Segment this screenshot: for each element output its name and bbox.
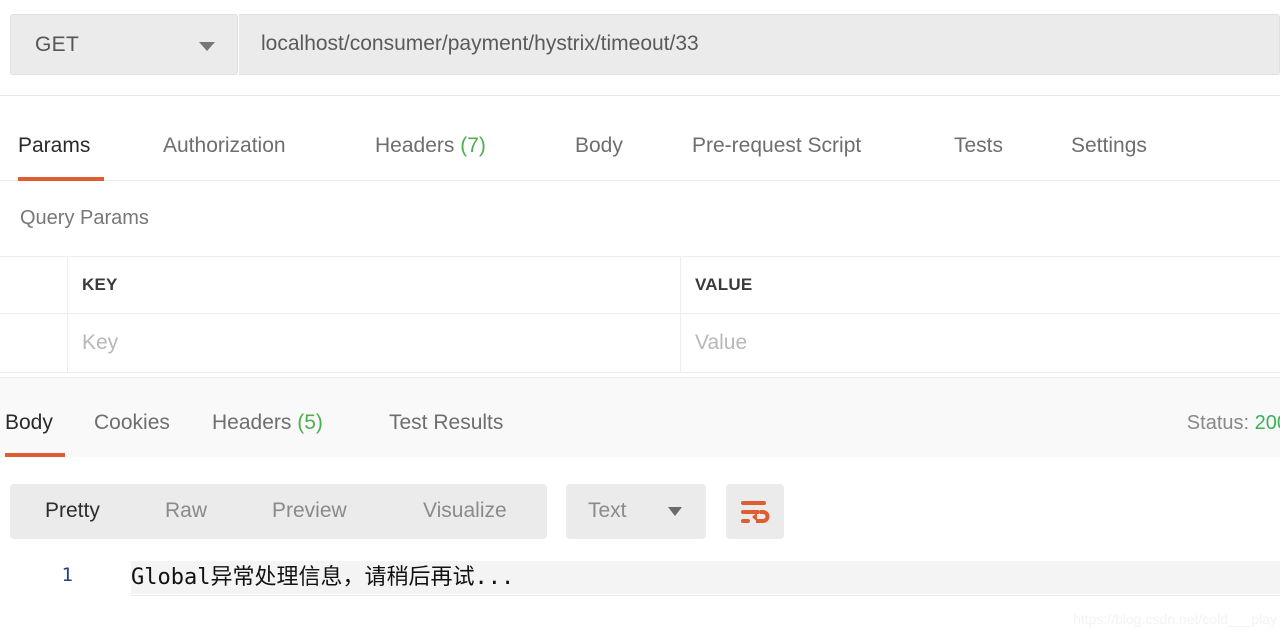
header-cell-value: VALUE [695,275,753,294]
table-header-row: KEY VALUE [0,256,1280,314]
tab-count: (5) [291,411,323,434]
tab-params[interactable]: Params [18,134,90,158]
line-number: 1 [61,564,73,586]
tab-cookies[interactable]: Cookies [94,411,170,435]
tab-label: Params [18,134,91,157]
param-value-input[interactable]: Value [681,314,1280,372]
tab-headers[interactable]: Headers (7) [375,134,486,158]
param-key-placeholder: Key [82,331,119,354]
word-wrap-button[interactable] [726,484,784,539]
response-body-toolbar: Pretty Raw Preview Visualize Text [0,458,1280,553]
query-params-table: KEY VALUE Key Value [0,256,1280,373]
tab-label: Tests [954,134,1004,157]
http-method-select[interactable]: GET [10,14,238,75]
tab-label: Test Results [389,411,504,434]
active-tab-indicator [5,453,65,457]
view-mode-preview[interactable]: Preview [272,499,347,523]
tab-label: Body [5,411,53,434]
param-key-input[interactable]: Key [68,314,681,372]
http-method-label: GET [35,33,80,56]
response-format-label: Text [588,499,627,522]
response-format-select[interactable]: Text [566,484,706,539]
tab-test-results[interactable]: Test Results [389,411,503,435]
tab-pre-request-script[interactable]: Pre-request Script [692,134,861,158]
status-label: Status: [1186,412,1250,434]
tab-label: Pre-request Script [692,134,862,157]
code-line-text: Global异常处理信息，请稍后再试... [131,565,515,590]
request-tab-bar: Params Authorization Headers (7) Body Pre-re… [0,96,1280,181]
param-value-placeholder: Value [695,331,748,354]
chevron-down-icon [668,507,682,516]
header-cell-checkbox [0,257,68,313]
tab-headers[interactable]: Headers (5) [212,411,323,435]
tab-label: Body [575,134,623,157]
code-gutter: 1 [0,553,110,630]
status-code: 200 [1254,412,1280,434]
request-url-value: localhost/consumer/payment/hystrix/timeo… [261,32,699,55]
chevron-down-icon [199,42,215,51]
row-checkbox-cell[interactable] [0,314,68,372]
view-mode-raw[interactable]: Raw [165,499,207,523]
request-url-bar: GET localhost/consumer/payment/hystrix/t… [0,0,1280,96]
status-badge: Status: 200 [1187,412,1280,435]
tab-body[interactable]: Body [5,411,53,435]
tab-body[interactable]: Body [575,134,623,158]
tab-tests[interactable]: Tests [954,134,1003,158]
tab-label: Headers [375,134,455,157]
query-params-title: Query Params [20,207,149,229]
response-view-mode-group: Pretty Raw Preview Visualize [10,484,547,539]
tab-label: Headers [212,411,292,434]
active-tab-indicator [18,177,104,181]
watermark: https://blog.csdn.net/cold___play [1073,611,1277,627]
tab-count: (7) [454,134,486,157]
tab-settings[interactable]: Settings [1071,134,1147,158]
tab-label: Settings [1071,134,1147,157]
tab-label: Authorization [163,134,286,157]
table-row: Key Value [0,314,1280,373]
tab-label: Cookies [94,411,170,434]
view-mode-pretty[interactable]: Pretty [45,499,100,523]
tab-authorization[interactable]: Authorization [163,134,286,158]
code-line-divider [131,595,1280,596]
response-tab-bar: Body Cookies Headers (5) Test Results Statu… [0,377,1280,457]
request-url-input[interactable]: localhost/consumer/payment/hystrix/timeo… [239,14,1280,75]
header-cell-key: KEY [68,257,681,313]
view-mode-visualize[interactable]: Visualize [423,499,507,523]
word-wrap-icon [741,500,770,523]
